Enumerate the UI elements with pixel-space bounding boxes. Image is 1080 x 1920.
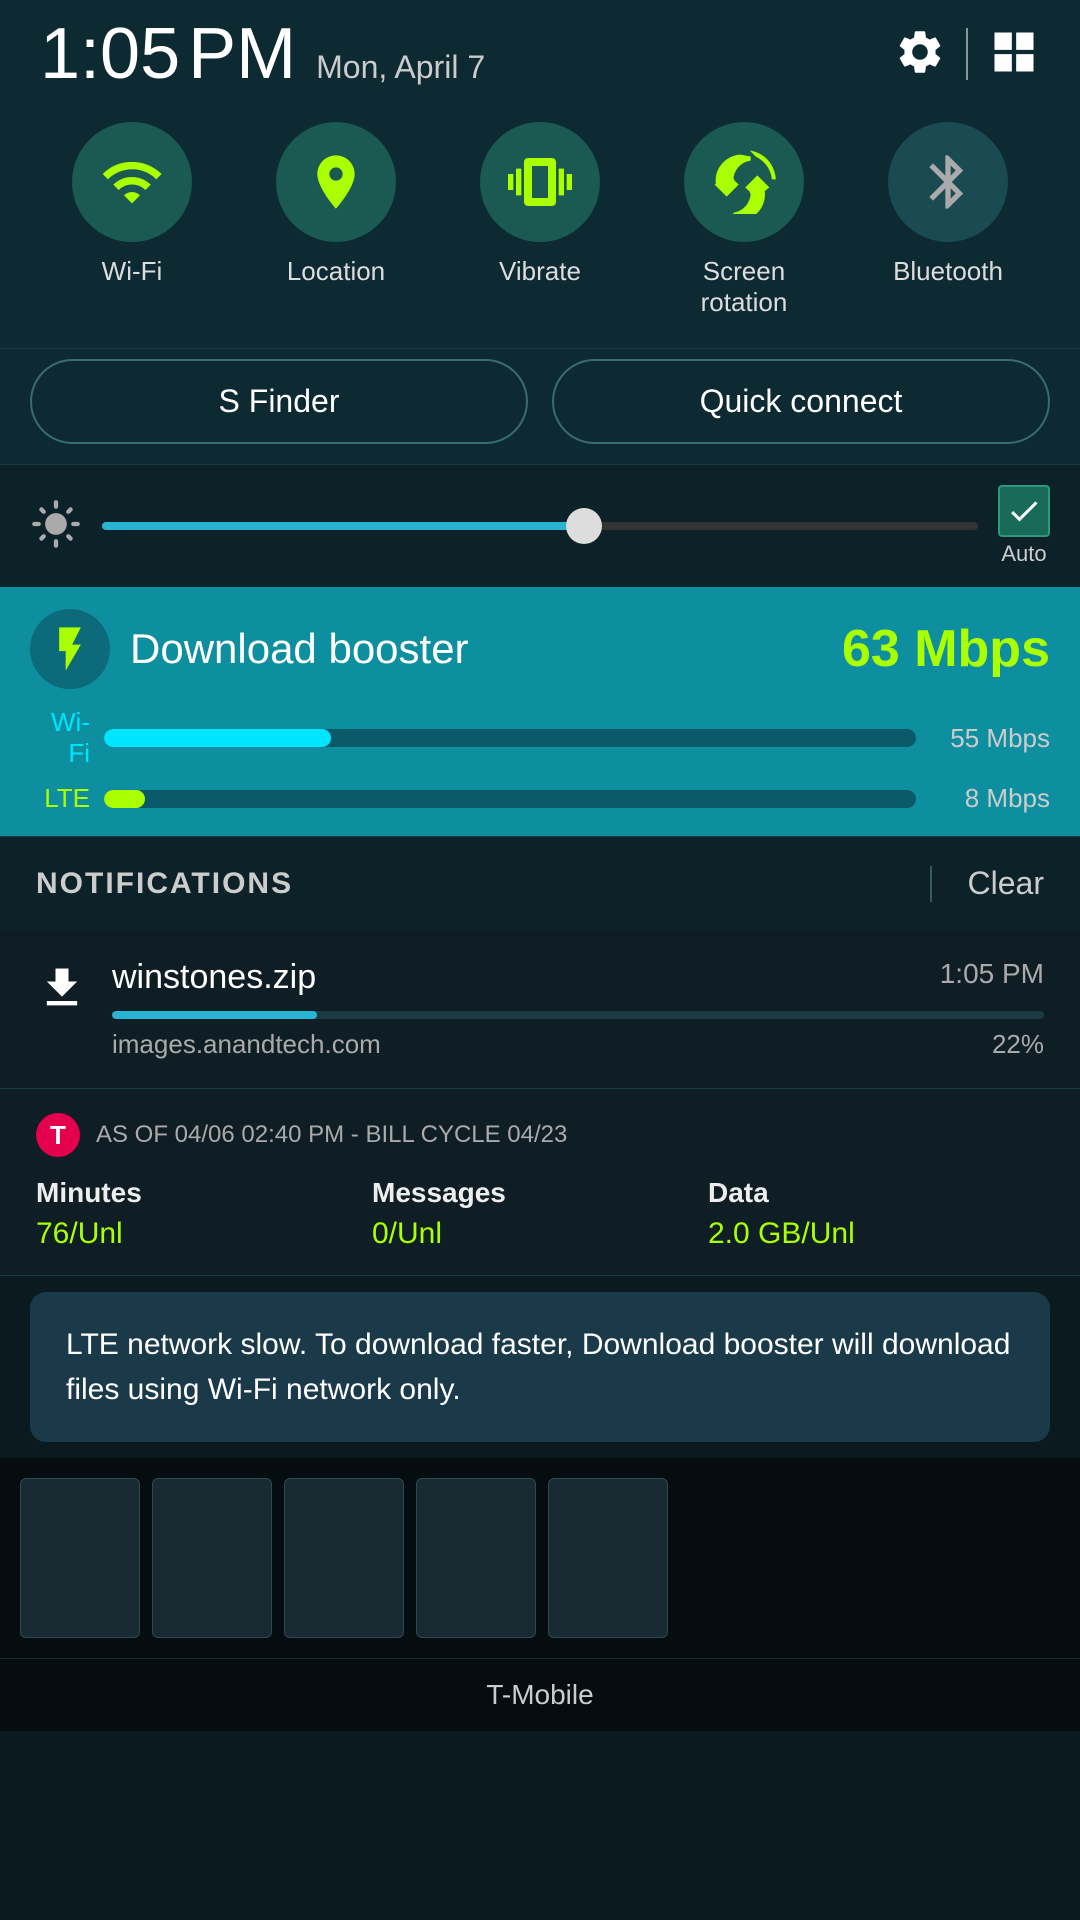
bg-thumb-1 (20, 1478, 140, 1638)
status-icons (894, 26, 1040, 83)
status-period: PM (188, 18, 296, 90)
download-notification: winstones.zip 1:05 PM images.anandtech.c… (0, 930, 1080, 1089)
carrier-name: T-Mobile (486, 1679, 593, 1710)
brightness-thumb (566, 508, 602, 544)
db-lte-row: LTE 8 Mbps (30, 783, 1050, 814)
bill-columns: Minutes 76/Unl Messages 0/Unl Data 2.0 G… (36, 1177, 1044, 1251)
background-screenshots (0, 1458, 1080, 1658)
download-source: images.anandtech.com (112, 1029, 381, 1060)
db-title: Download booster (130, 625, 469, 673)
vibrate-label: Vibrate (499, 256, 581, 287)
brightness-icon (30, 498, 82, 555)
auto-label: Auto (1001, 541, 1046, 567)
download-notif-body: winstones.zip 1:05 PM images.anandtech.c… (112, 958, 1044, 1060)
screen-rotation-label-line1: Screen (703, 256, 785, 287)
clear-button[interactable]: Clear (968, 865, 1044, 902)
db-bars: Wi-Fi 55 Mbps LTE 8 Mbps (30, 707, 1050, 814)
db-speed: 63 Mbps (842, 619, 1050, 679)
data-value: 2.0 GB/Unl (708, 1217, 1044, 1251)
quickconnect-button[interactable]: Quick connect (552, 359, 1050, 444)
auto-checkbox (998, 485, 1050, 537)
bill-notification: T AS OF 04/06 02:40 PM - BILL CYCLE 04/2… (0, 1089, 1080, 1276)
minutes-label: Minutes (36, 1177, 372, 1209)
bluetooth-label: Bluetooth (893, 256, 1003, 287)
tmobile-icon: T (36, 1113, 80, 1157)
screen-rotation-label-line2: rotation (701, 287, 788, 318)
db-wifi-fill (104, 729, 331, 747)
bg-thumb-3 (284, 1478, 404, 1638)
bill-data-col: Data 2.0 GB/Unl (708, 1177, 1044, 1251)
bg-thumb-5 (548, 1478, 668, 1638)
data-label: Data (708, 1177, 1044, 1209)
notif-header-divider (930, 866, 932, 902)
auto-brightness[interactable]: Auto (998, 485, 1050, 567)
db-lte-fill (104, 790, 145, 808)
location-label: Location (287, 256, 385, 287)
download-percent: 22% (992, 1029, 1044, 1060)
status-bar: 1:05 PM Mon, April 7 (0, 0, 1080, 102)
brightness-slider[interactable] (102, 522, 978, 530)
tooltip-text: LTE network slow. To download faster, Do… (66, 1328, 1010, 1406)
screen-rotation-circle (684, 122, 804, 242)
db-lte-label: LTE (30, 783, 90, 814)
messages-label: Messages (372, 1177, 708, 1209)
db-lte-speed: 8 Mbps (930, 783, 1050, 814)
download-icon (36, 962, 88, 1019)
messages-value: 0/Unl (372, 1217, 708, 1251)
brightness-row: Auto (0, 464, 1080, 587)
bluetooth-circle (888, 122, 1008, 242)
sfinder-button[interactable]: S Finder (30, 359, 528, 444)
db-icon (30, 609, 110, 689)
db-wifi-row: Wi-Fi 55 Mbps (30, 707, 1050, 769)
location-circle (276, 122, 396, 242)
minutes-value: 76/Unl (36, 1217, 372, 1251)
db-wifi-speed: 55 Mbps (930, 723, 1050, 754)
download-notif-top: winstones.zip 1:05 PM (112, 958, 1044, 997)
vibrate-circle (480, 122, 600, 242)
bill-header: T AS OF 04/06 02:40 PM - BILL CYCLE 04/2… (36, 1113, 1044, 1157)
status-date: Mon, April 7 (316, 49, 485, 86)
action-buttons: S Finder Quick connect (0, 348, 1080, 464)
quick-toggles: Wi-Fi Location Vibrate Screen rotation (0, 102, 1080, 348)
toggle-vibrate[interactable]: Vibrate (480, 122, 600, 318)
bg-thumb-4 (416, 1478, 536, 1638)
download-booster-panel: Download booster 63 Mbps Wi-Fi 55 Mbps L… (0, 587, 1080, 836)
status-time: 1:05 (40, 18, 180, 90)
carrier-label: T-Mobile (0, 1658, 1080, 1731)
db-lte-track (104, 790, 916, 808)
db-header: Download booster 63 Mbps (30, 609, 1050, 689)
download-booster-tooltip: LTE network slow. To download faster, Do… (30, 1292, 1050, 1442)
download-notif-content: winstones.zip 1:05 PM images.anandtech.c… (36, 958, 1044, 1060)
wifi-circle (72, 122, 192, 242)
download-filename: winstones.zip (112, 958, 316, 997)
toggle-wifi[interactable]: Wi-Fi (72, 122, 192, 318)
download-notif-bottom: images.anandtech.com 22% (112, 1029, 1044, 1060)
db-title-row: Download booster (30, 609, 469, 689)
bg-thumb-2 (152, 1478, 272, 1638)
download-progress-fill (112, 1011, 317, 1019)
notifications-header: NOTIFICATIONS Clear (0, 836, 1080, 930)
bill-date: AS OF 04/06 02:40 PM - BILL CYCLE 04/23 (96, 1121, 567, 1149)
wifi-label: Wi-Fi (102, 256, 163, 287)
db-wifi-label: Wi-Fi (30, 707, 90, 769)
settings-icon[interactable] (894, 26, 946, 83)
bill-minutes-col: Minutes 76/Unl (36, 1177, 372, 1251)
status-divider (966, 28, 968, 80)
download-progress-bar (112, 1011, 1044, 1019)
toggle-bluetooth[interactable]: Bluetooth (888, 122, 1008, 318)
grid-icon[interactable] (988, 26, 1040, 83)
notifications-title: NOTIFICATIONS (36, 867, 930, 901)
download-time: 1:05 PM (940, 958, 1044, 997)
bill-messages-col: Messages 0/Unl (372, 1177, 708, 1251)
toggle-location[interactable]: Location (276, 122, 396, 318)
db-wifi-track (104, 729, 916, 747)
toggle-screen-rotation[interactable]: Screen rotation (684, 122, 804, 318)
brightness-fill (102, 522, 584, 530)
